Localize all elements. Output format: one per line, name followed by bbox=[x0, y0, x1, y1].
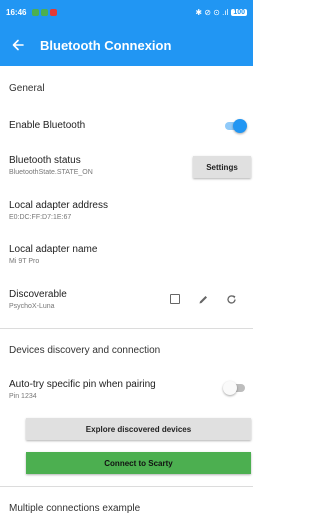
refresh-button[interactable] bbox=[222, 290, 240, 308]
auto-pin-value: Pin 1234 bbox=[9, 393, 37, 400]
section-header-general: General bbox=[9, 82, 45, 94]
discoverable-label: Discoverable bbox=[9, 289, 67, 300]
section-header-multiple: Multiple connections example bbox=[9, 502, 141, 514]
auto-pin-row[interactable]: Auto-try specific pin when pairing Pin 1… bbox=[0, 378, 253, 402]
notification-icon bbox=[50, 8, 58, 16]
edit-button[interactable] bbox=[194, 290, 212, 308]
enable-bluetooth-toggle[interactable] bbox=[223, 119, 247, 133]
explore-devices-button[interactable]: Explore discovered devices bbox=[26, 418, 251, 440]
auto-pin-label: Auto-try specific pin when pairing bbox=[9, 379, 156, 390]
refresh-icon bbox=[226, 294, 236, 304]
battery-icon: 100 bbox=[231, 8, 247, 16]
discoverable-checkbox[interactable] bbox=[166, 290, 184, 308]
toggle-thumb bbox=[223, 381, 237, 395]
status-indicators: ✱ ⊘ ⊙ .ıl 100 bbox=[195, 8, 247, 17]
auto-pin-toggle[interactable] bbox=[223, 381, 247, 395]
connect-button[interactable]: Connect to Scarty bbox=[26, 452, 251, 474]
settings-button[interactable]: Settings bbox=[193, 156, 251, 178]
adapter-name-row: Local adapter name Mi 9T Pro bbox=[0, 243, 253, 267]
notification-icon bbox=[32, 8, 40, 16]
notification-icons bbox=[32, 8, 58, 16]
status-bar: 16:46 ✱ ⊘ ⊙ .ıl 100 bbox=[0, 0, 253, 24]
adapter-address-row: Local adapter address E0:DC:FF:D7:1E:67 bbox=[0, 199, 253, 223]
toggle-thumb bbox=[233, 119, 247, 133]
app-bar: Bluetooth Connexion bbox=[0, 24, 253, 66]
enable-bluetooth-label: Enable Bluetooth bbox=[9, 120, 86, 131]
notification-icon bbox=[41, 8, 49, 16]
enable-bluetooth-row[interactable]: Enable Bluetooth bbox=[0, 119, 253, 132]
page-title: Bluetooth Connexion bbox=[40, 37, 172, 53]
adapter-name-label: Local adapter name bbox=[9, 244, 98, 255]
discoverable-row: Discoverable PsychoX-Luna bbox=[0, 288, 253, 312]
system-icons: ✱ ⊘ ⊙ .ıl bbox=[195, 7, 229, 17]
section-header-discovery: Devices discovery and connection bbox=[9, 344, 161, 356]
checkbox-icon bbox=[170, 294, 180, 304]
status-time: 16:46 bbox=[6, 7, 27, 17]
arrow-back-icon bbox=[12, 39, 24, 51]
adapter-name-value: Mi 9T Pro bbox=[9, 258, 40, 265]
back-button[interactable] bbox=[0, 24, 36, 66]
adapter-address-value: E0:DC:FF:D7:1E:67 bbox=[9, 214, 72, 221]
adapter-address-label: Local adapter address bbox=[9, 200, 108, 211]
edit-icon bbox=[199, 295, 207, 303]
discoverable-value: PsychoX-Luna bbox=[9, 303, 55, 310]
